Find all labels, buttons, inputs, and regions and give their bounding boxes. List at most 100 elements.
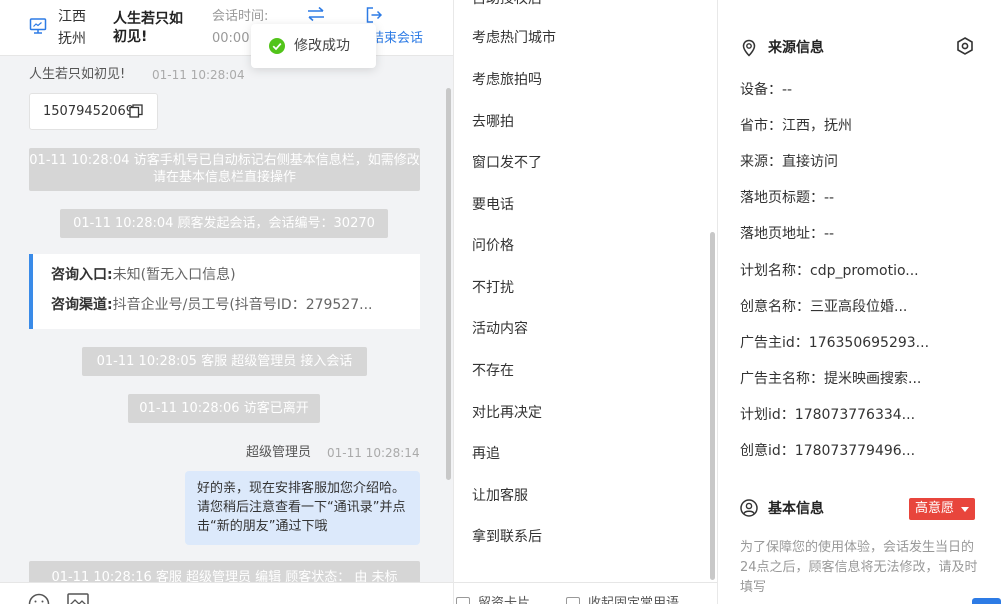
quick-reply-panel: 自助授权后 考虑热门城市 考虑旅拍吗 去哪拍 窗口发不了 要电话 问价格 不打扰… xyxy=(453,0,718,604)
field-label: 来源： xyxy=(740,154,782,170)
message-list[interactable]: 人生若只如初见! 01-11 10:28:04 15079452069 01-1… xyxy=(0,56,453,582)
quick-reply-item[interactable]: 拿到联系后 xyxy=(472,527,542,547)
field-device: 设备：-- xyxy=(740,80,945,100)
check-circle-icon xyxy=(269,38,285,54)
field-value: 江西，抚州 xyxy=(782,118,852,134)
field-label: 落地页标题： xyxy=(740,190,824,206)
quick-reply-item[interactable]: 对比再决定 xyxy=(472,403,542,423)
quick-reply-item[interactable]: 让加客服 xyxy=(472,486,528,506)
chat-workspace: 江西 抚州 人生若只如初见! 会话时间: 00:00: 结束会话 修改成功 人生… xyxy=(0,0,1001,604)
system-message: 01-11 10:28:16 客服 超级管理员 编辑 顾客状态： 由 未标 xyxy=(29,561,420,582)
chat-panel: 江西 抚州 人生若只如初见! 会话时间: 00:00: 结束会话 修改成功 人生… xyxy=(0,0,453,604)
caret-down-icon xyxy=(961,507,969,512)
visitor-city: 抚州 xyxy=(58,31,86,47)
basic-info-title: 基本信息 xyxy=(768,501,824,517)
collapse-phrases-label[interactable]: 收起固定常用语 xyxy=(588,595,679,604)
chat-toolbar xyxy=(0,582,453,604)
entry-row: 咨询入口:未知(暂无入口信息) xyxy=(51,264,411,286)
visitor-location: 江西 抚州 xyxy=(58,6,86,50)
field-creative-name: 创意名称：三亚高段位婚... xyxy=(740,297,945,317)
field-province-city: 省市：江西，抚州 xyxy=(740,116,945,136)
chat-scrollbar[interactable] xyxy=(446,88,451,480)
lead-card-label[interactable]: 留资卡片 xyxy=(478,595,530,604)
copy-icon[interactable] xyxy=(129,104,143,118)
field-value: 178073779496... xyxy=(794,443,916,459)
field-value: 三亚高段位婚... xyxy=(810,299,908,315)
intent-level-value: 高意愿 xyxy=(915,501,955,516)
quick-reply-item[interactable]: 活动内容 xyxy=(472,319,528,339)
quick-reply-item[interactable]: 不存在 xyxy=(472,361,514,381)
collapse-phrases-checkbox[interactable] xyxy=(566,597,580,604)
field-value: 176350695293... xyxy=(808,335,930,351)
field-value: 直接访问 xyxy=(782,154,838,170)
chat-header: 江西 抚州 人生若只如初见! 会话时间: 00:00: 结束会话 xyxy=(0,0,453,56)
system-message: 01-11 10:28:04 顾客发起会话，会话编号：30270 xyxy=(60,209,388,238)
phone-number: 15079452069 xyxy=(43,104,134,119)
system-message: 01-11 10:28:05 客服 超级管理员 接入会话 xyxy=(82,347,367,376)
quick-reply-item[interactable]: 窗口发不了 xyxy=(472,153,542,173)
system-message: 01-11 10:28:06 访客已离开 xyxy=(128,394,320,423)
phone-message: 15079452069 xyxy=(29,93,158,130)
system-message: 01-11 10:28:04 访客手机号已自动标记右侧基本信息栏，如需修改请在基… xyxy=(29,148,420,191)
field-value: cdp_promotio... xyxy=(810,263,919,279)
field-value: 178073776334... xyxy=(794,407,916,423)
field-label: 设备： xyxy=(740,82,782,98)
quick-reply-item[interactable]: 问价格 xyxy=(472,236,514,256)
field-value: -- xyxy=(824,190,835,206)
entry-label: 咨询入口: xyxy=(51,267,113,283)
channel-label: 咨询渠道: xyxy=(51,297,113,313)
field-landing-url: 落地页地址：-- xyxy=(740,224,945,244)
field-value: -- xyxy=(782,82,793,98)
success-toast: 修改成功 xyxy=(251,24,376,68)
field-label: 广告主id： xyxy=(740,335,809,351)
visitor-province: 江西 xyxy=(58,9,86,25)
field-plan-name: 计划名称：cdp_promotio... xyxy=(740,261,945,281)
field-source: 来源：直接访问 xyxy=(740,152,945,172)
location-pin-icon xyxy=(742,39,756,57)
field-label: 落地页地址： xyxy=(740,226,824,242)
intent-level-dropdown[interactable]: 高意愿 xyxy=(909,498,975,520)
floating-action-button[interactable] xyxy=(972,598,1001,604)
source-info-title: 来源信息 xyxy=(768,40,824,56)
header-visitor-name: 人生若只如初见! xyxy=(113,11,183,45)
agent-message-time: 01-11 10:28:14 xyxy=(327,446,420,460)
channel-value: 抖音企业号/员工号(抖音号ID：279527... xyxy=(112,297,373,313)
end-session-button[interactable]: 结束会话 xyxy=(371,29,423,49)
visitor-message-time: 01-11 10:28:04 xyxy=(152,68,245,82)
entry-value: 未知(暂无入口信息) xyxy=(112,267,236,283)
field-label: 创意名称： xyxy=(740,299,810,315)
field-label: 计划名称： xyxy=(740,263,810,279)
field-value: 提米映画搜索... xyxy=(824,371,922,387)
image-icon[interactable] xyxy=(67,593,89,604)
quick-reply-item[interactable]: 不打扰 xyxy=(472,278,514,298)
settings-icon[interactable] xyxy=(956,37,974,55)
quick-reply-item[interactable]: 考虑旅拍吗 xyxy=(472,70,542,90)
quick-reply-item[interactable]: 自助授权后 xyxy=(472,0,542,9)
exit-icon[interactable] xyxy=(365,6,383,24)
field-landing-title: 落地页标题：-- xyxy=(740,188,945,208)
field-label: 广告主名称： xyxy=(740,371,824,387)
field-value: -- xyxy=(824,226,835,242)
quick-reply-item[interactable]: 再追 xyxy=(472,444,500,464)
field-advertiser-id: 广告主id：176350695293... xyxy=(740,333,945,353)
transfer-icon[interactable] xyxy=(306,6,326,22)
toast-message: 修改成功 xyxy=(294,38,350,54)
quick-reply-footer: 留资卡片 收起固定常用语 xyxy=(454,582,717,604)
lead-card-checkbox[interactable] xyxy=(456,597,470,604)
emoji-icon[interactable] xyxy=(28,593,50,604)
quick-reply-item[interactable]: 考虑热门城市 xyxy=(472,28,556,48)
agent-message-bubble: 好的亲，现在安排客服加您介绍哈。请您稍后注意查看一下“通讯录”并点击“新的朋友”… xyxy=(185,471,420,545)
agent-message-name: 超级管理员 xyxy=(246,445,312,460)
entry-info-card: 咨询入口:未知(暂无入口信息) 咨询渠道:抖音企业号/员工号(抖音号ID：279… xyxy=(29,254,420,329)
field-label: 创意id： xyxy=(740,443,795,459)
user-circle-icon xyxy=(740,499,758,517)
visitor-message-name: 人生若只如初见! xyxy=(29,67,126,82)
field-creative-id: 创意id：178073779496... xyxy=(740,441,945,461)
channel-row: 咨询渠道:抖音企业号/员工号(抖音号ID：279527... xyxy=(51,294,411,316)
field-plan-id: 计划id：178073776334... xyxy=(740,405,945,425)
field-label: 省市： xyxy=(740,118,782,134)
quick-reply-item[interactable]: 要电话 xyxy=(472,195,514,215)
quick-reply-item[interactable]: 去哪拍 xyxy=(472,112,514,132)
quick-reply-scrollbar[interactable] xyxy=(710,232,715,580)
info-panel: 来源信息 设备：-- 省市：江西，抚州 来源：直接访问 落地页标题：-- 落地页… xyxy=(718,0,1001,604)
